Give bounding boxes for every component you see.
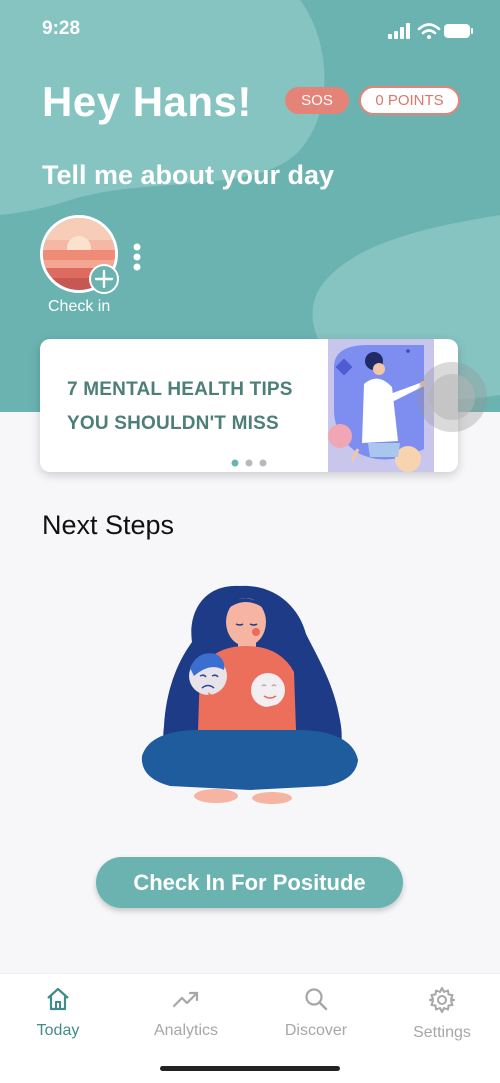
more-vertical-icon bbox=[133, 243, 141, 271]
tab-settings-label: Settings bbox=[413, 1024, 471, 1041]
tip-title-line-1: 7 MENTAL HEALTH TIPS bbox=[67, 379, 293, 400]
tab-discover-label: Discover bbox=[284, 1022, 348, 1039]
search-icon bbox=[305, 988, 328, 1011]
home-indicator bbox=[160, 1066, 340, 1071]
battery-icon bbox=[444, 24, 473, 38]
sos-button[interactable]: SOS bbox=[285, 87, 349, 114]
tab-discover[interactable]: Discover bbox=[266, 986, 366, 1040]
status-icons bbox=[388, 20, 474, 47]
carousel-pagination[interactable] bbox=[231, 458, 271, 468]
plus-icon bbox=[94, 269, 114, 289]
tab-analytics-label: Analytics bbox=[153, 1022, 219, 1039]
gear-icon bbox=[429, 987, 455, 1013]
status-time: 9:28 bbox=[42, 18, 81, 39]
trend-up-icon bbox=[172, 991, 199, 1008]
day-prompt: Tell me about your day bbox=[42, 160, 335, 190]
next-steps-title: Next Steps bbox=[42, 510, 175, 540]
status-bar: 9:28 bbox=[0, 0, 500, 60]
points-badge[interactable]: 0 POINTS bbox=[359, 86, 460, 115]
check-in-for-positude-button[interactable]: Check In For Positude bbox=[96, 857, 403, 908]
woman-holding-masks-illustration bbox=[141, 585, 358, 804]
mental-health-tips-card[interactable]: 7 MENTAL HEALTH TIPS YOU SHOULDN'T MISS bbox=[40, 339, 458, 472]
tip-title-line-2: YOU SHOULDN'T MISS bbox=[67, 413, 279, 434]
tab-today-label: Today bbox=[36, 1022, 80, 1039]
tab-settings[interactable]: Settings bbox=[392, 986, 492, 1042]
tab-today[interactable]: Today bbox=[8, 986, 108, 1040]
check-in-label: Check in bbox=[48, 298, 111, 315]
home-icon bbox=[47, 987, 69, 1011]
tab-analytics[interactable]: Analytics bbox=[136, 986, 236, 1040]
touch-indicator-core bbox=[429, 374, 475, 420]
wifi-icon bbox=[417, 23, 441, 35]
more-options-button[interactable] bbox=[132, 243, 142, 278]
greeting-title: Hey Hans! bbox=[42, 78, 252, 125]
touch-indicator bbox=[417, 362, 487, 432]
add-check-in-button[interactable] bbox=[89, 264, 119, 294]
signal-icon bbox=[388, 23, 410, 39]
